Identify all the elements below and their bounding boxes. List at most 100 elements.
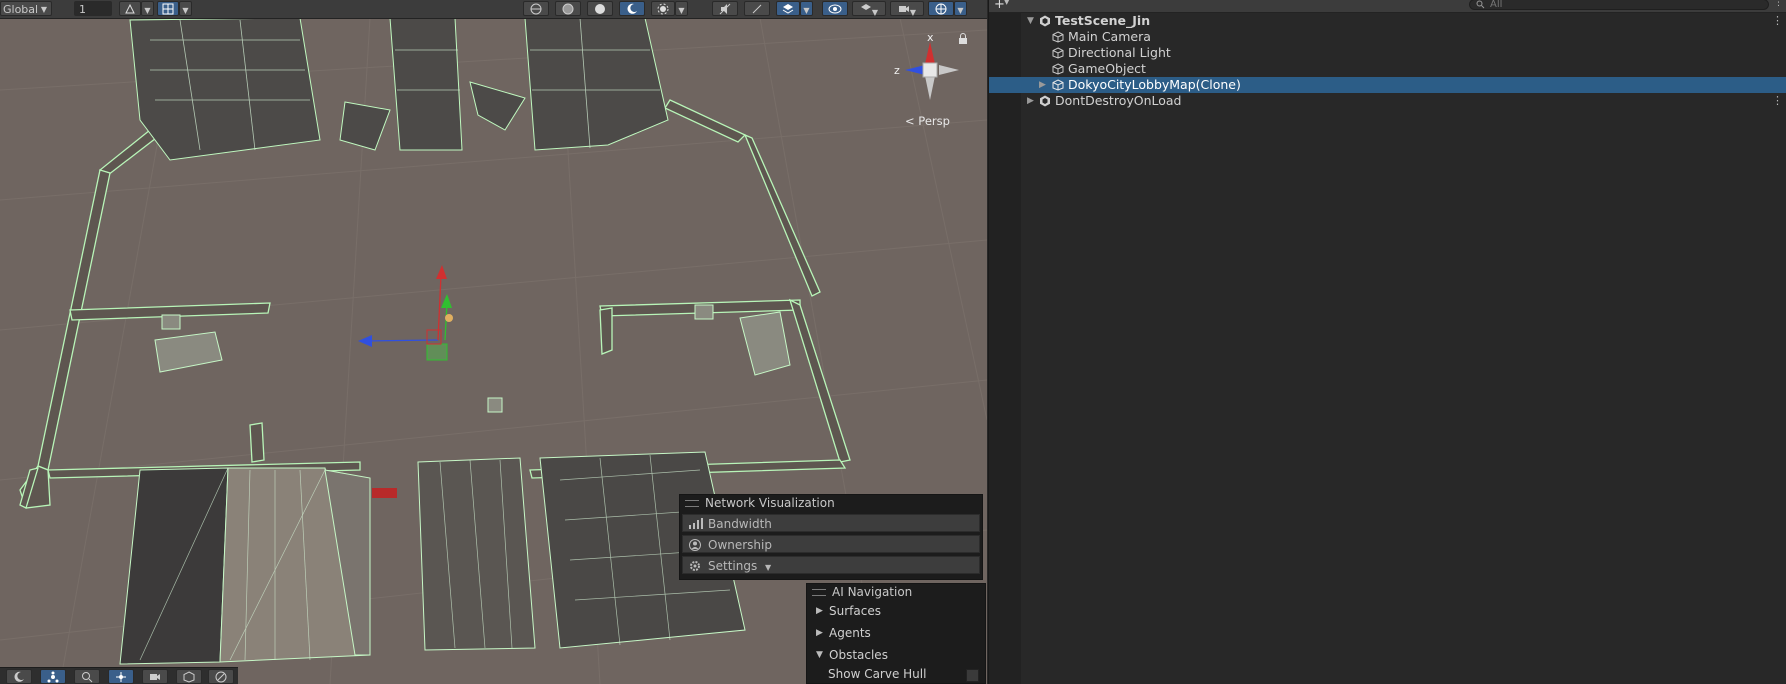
z-axis-handle	[358, 335, 372, 347]
move-tool-button[interactable]	[40, 669, 66, 684]
scene-viewport[interactable]	[0, 0, 987, 684]
wireframe-shading-button[interactable]	[523, 1, 549, 16]
foldout-expanded-icon[interactable]: ▼	[1027, 13, 1034, 29]
show-carve-hull-checkbox[interactable]	[966, 669, 979, 682]
bandwidth-label: Bandwidth	[708, 517, 772, 531]
compass-icon[interactable]	[208, 669, 234, 684]
surfaces-label: Surfaces	[829, 604, 881, 618]
row-label: Directional Light	[1068, 45, 1171, 60]
hierarchy-row-dont-destroy-on-load[interactable]: ▶ DontDestroyOnLoad ⋮	[989, 93, 1786, 109]
hierarchy-search-input[interactable]: All	[1469, 0, 1769, 10]
foldout-arrow-icon: ▶	[816, 628, 823, 638]
chevron-down-icon[interactable]: ▼	[675, 1, 688, 16]
agents-foldout[interactable]: ▶ Agents	[807, 622, 985, 644]
row-label: DokyoCityLobbyMap(Clone)	[1068, 77, 1241, 92]
drag-handle-icon[interactable]	[812, 589, 826, 596]
top-buildings	[129, 17, 669, 161]
lighting-toggle-button[interactable]	[619, 1, 645, 16]
search-icon[interactable]	[74, 669, 100, 684]
move-handle	[358, 265, 453, 361]
ownership-label: Ownership	[708, 538, 772, 552]
chevron-down-icon[interactable]: ▼	[954, 1, 967, 16]
drag-handle-icon[interactable]	[685, 500, 699, 507]
surfaces-foldout[interactable]: ▶ Surfaces	[807, 600, 985, 622]
y-axis-handle	[441, 294, 452, 308]
network-visualization-overlay: Network Visualization Bandwidth Ownershi…	[679, 494, 983, 580]
grid-size-field[interactable]: 1	[74, 1, 112, 16]
chevron-down-icon[interactable]: ▼	[179, 1, 192, 16]
effects-toggle-button[interactable]	[651, 1, 675, 16]
chevron-down-icon: ▼	[765, 563, 772, 572]
obstacles-foldout[interactable]: ▼ Obstacles	[807, 644, 985, 666]
row-menu-icon[interactable]: ⋮	[1772, 13, 1783, 29]
camera-icon[interactable]	[142, 669, 168, 684]
options-menu-icon[interactable]: ⋮	[1774, 0, 1783, 8]
show-carve-hull-label: Show Carve Hull	[828, 667, 927, 681]
gizmos-button[interactable]	[928, 1, 954, 16]
hierarchy-tool-button[interactable]	[108, 669, 134, 684]
map-walls	[19, 99, 851, 509]
row-menu-icon[interactable]: ⋮	[1772, 93, 1783, 109]
gameobject-cube-icon	[1052, 63, 1064, 75]
bottom-buildings	[119, 451, 746, 665]
gameobject-cube-icon	[1052, 47, 1064, 59]
bandwidth-button[interactable]: Bandwidth	[682, 514, 980, 532]
x-axis-label: x	[927, 31, 934, 44]
shaded-button[interactable]	[587, 1, 613, 16]
gameobject-cube-icon	[1052, 31, 1064, 43]
layers-dropdown[interactable]: ▼	[852, 1, 886, 17]
ai-navigation-overlay: AI Navigation ▶ Surfaces ▶ Agents ▼ Obst…	[806, 583, 986, 684]
overlay-header[interactable]: AI Navigation	[807, 584, 985, 600]
foldout-arrow-icon: ▶	[816, 606, 823, 616]
gizmo-center-cube	[922, 62, 938, 78]
camera-dropdown[interactable]: ▼	[890, 1, 924, 17]
unity-scene-icon	[1040, 95, 1050, 107]
chevron-down-icon[interactable]: ▼	[141, 1, 154, 16]
agents-label: Agents	[829, 626, 871, 640]
gear-icon	[690, 561, 700, 571]
pivot-rotation-dropdown[interactable]: Global ▼	[0, 1, 52, 16]
chevron-down-icon[interactable]: ▼	[800, 1, 813, 16]
lock-icon[interactable]	[958, 33, 968, 44]
hierarchy-gutter	[989, 13, 1021, 684]
fx-toggle-button[interactable]	[744, 1, 770, 16]
projection-toggle[interactable]: < Persp	[905, 114, 950, 128]
hierarchy-row-scene[interactable]: ▼ TestScene_Jin ⋮	[989, 13, 1786, 29]
row-label: TestScene_Jin	[1055, 13, 1151, 28]
gameobject-cube-icon	[1052, 79, 1064, 91]
chevron-down-icon: ▼	[40, 5, 47, 14]
overlay-header[interactable]: Network Visualization	[680, 495, 982, 511]
row-label: Main Camera	[1068, 29, 1151, 44]
ownership-button[interactable]: Ownership	[682, 535, 980, 553]
chevron-down-icon[interactable]: ▼	[1004, 0, 1009, 6]
x-axis-cone	[925, 42, 935, 64]
search-icon	[1476, 0, 1485, 9]
cube-icon[interactable]	[176, 669, 202, 684]
row-label: DontDestroyOnLoad	[1055, 93, 1182, 108]
audio-toggle-button[interactable]	[712, 1, 738, 16]
grid-snap-button[interactable]	[157, 1, 179, 16]
snap-increment-button[interactable]	[119, 1, 141, 16]
foldout-collapsed-icon[interactable]: ▶	[1027, 93, 1034, 109]
unity-scene-icon	[1040, 15, 1050, 27]
hierarchy-row-dokyo-city-lobby-map[interactable]: ▶ DokyoCityLobbyMap(Clone)	[989, 77, 1786, 93]
hierarchy-row-directional-light[interactable]: Directional Light	[989, 45, 1786, 61]
foldout-collapsed-icon[interactable]: ▶	[1039, 77, 1046, 93]
view-tool-button[interactable]	[6, 669, 32, 684]
shaded-wireframe-button[interactable]	[555, 1, 581, 16]
overlay-title: Network Visualization	[705, 496, 835, 510]
scene-tools-strip	[0, 667, 238, 684]
settings-dropdown[interactable]: Settings ▼	[682, 556, 980, 574]
scene-view[interactable]: Global ▼ 1 ▼ ▼ ▼ ▼ ▼ ▼ ▼ x z < Persp Net…	[0, 0, 987, 684]
layers-toggle-button[interactable]	[776, 1, 800, 16]
z-axis-cone	[905, 65, 925, 75]
hierarchy-row-gameobject[interactable]: GameObject	[989, 61, 1786, 77]
hierarchy-row-main-camera[interactable]: Main Camera	[989, 29, 1786, 45]
scene-visibility-button[interactable]	[822, 1, 848, 16]
z-axis-label: z	[894, 64, 900, 77]
pivot-label: Global	[3, 3, 39, 16]
overlay-title: AI Navigation	[832, 585, 913, 599]
red-marker	[372, 488, 397, 498]
hierarchy-toolbar: + ▼ All ⋮	[989, 0, 1786, 13]
search-placeholder: All	[1490, 0, 1503, 10]
